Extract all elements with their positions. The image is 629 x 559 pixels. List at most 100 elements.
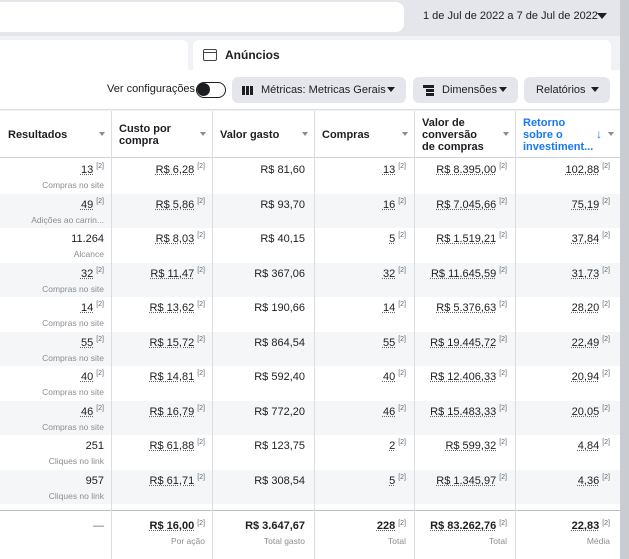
reports-button[interactable]: Relatórios [524, 77, 610, 103]
ver-config-label: Ver configurações [107, 83, 196, 95]
breakdown-icon [423, 85, 434, 96]
cell-value: 75,19 [2] [572, 197, 610, 211]
cell-value-text: 102,88 [565, 164, 600, 176]
table-row[interactable]: 32 [2] Compras no site R$ 11,47 [2] R$ 367,06… [0, 262, 620, 298]
cell-value: R$ 81,60 [260, 164, 305, 176]
cell-value-text: R$ 12.406,33 [430, 371, 497, 383]
total-value-text: R$ 16,00 [149, 520, 195, 532]
search-field[interactable] [0, 2, 404, 32]
cell-value-text: 957 [85, 474, 104, 487]
cell-value: R$ 11,47 [2] [150, 267, 205, 280]
info-icon: [2] [398, 520, 406, 527]
cell-value: R$ 599,32 [2] [445, 439, 507, 452]
tab-anuncios[interactable]: Anúncios [193, 40, 611, 70]
column-header-gasto[interactable]: Valor gasto [212, 111, 314, 158]
total-caption: Total [388, 536, 406, 546]
total-value: 228 [2] [377, 520, 406, 532]
info-icon: [2] [197, 439, 205, 446]
chevron-down-icon [402, 132, 408, 136]
tab-previous-level[interactable] [0, 40, 188, 70]
level-tabs: Anúncios [0, 40, 611, 70]
table-row[interactable]: 40 [2] Compras no site R$ 14,81 [2] R$ 592,40… [0, 366, 620, 401]
chevron-down-icon [499, 87, 507, 92]
info-icon: [2] [398, 473, 406, 481]
cell-value: 37,84 [2] [572, 232, 610, 245]
table-cell-resultados: 46 [2] Compras no site [0, 401, 104, 436]
cell-value: R$ 13,62 [2] [150, 301, 205, 314]
info-icon: [2] [96, 404, 104, 412]
column-divider [111, 111, 112, 559]
cell-value-text: R$ 6,28 [155, 164, 195, 176]
table-row[interactable]: 55 [2] Compras no site R$ 15,72 [2] R$ 864,54… [0, 331, 620, 367]
table-cell-custo: R$ 6,28 [2] [111, 159, 205, 194]
total-value-text: 22,83 [571, 520, 600, 532]
dimensions-button[interactable]: Dimensões [413, 77, 518, 103]
result-type-label: Compras no site [42, 352, 104, 363]
column-header-resultados[interactable]: Resultados [0, 111, 111, 158]
table-row[interactable]: 11.264 Alcance R$ 8,03 [2] R$ 40,15 5 [2] R$ 1.… [0, 228, 620, 263]
ver-config-toggle[interactable] [196, 82, 226, 98]
result-type-label: Compras no site [42, 180, 104, 190]
cell-value: 20,05 [2] [572, 405, 610, 418]
info-icon: [2] [499, 439, 507, 446]
info-icon: [2] [602, 197, 610, 205]
table-cell-custo: R$ 11,47 [2] [111, 263, 205, 298]
table-cell-gasto: R$ 367,06 [212, 263, 305, 298]
ad-icon [203, 49, 217, 61]
info-icon: [2] [197, 197, 205, 205]
cell-value: 46 [2] [81, 404, 104, 418]
table-cell-valor-conv: R$ 8.395,00 [2] [414, 159, 507, 194]
table-cell-gasto: R$ 190,66 [212, 297, 305, 332]
cell-value: R$ 7.045,66 [2] [436, 198, 507, 211]
info-icon: [2] [499, 473, 507, 481]
column-header-custo[interactable]: Custo por compra [111, 111, 212, 158]
date-range-label: 1 de Jul de 2022 a 7 de Jul de 2022 [423, 9, 598, 22]
cell-value: R$ 308,54 [254, 475, 305, 487]
column-header-retorno[interactable]: Retorno sobre o investiment... ↓ [515, 111, 620, 158]
total-cell-valor-conv: R$ 83.262,76 [2] Total [414, 511, 507, 559]
cell-value: R$ 93,70 [260, 199, 305, 211]
table-row[interactable]: 13 [2] Compras no site R$ 6,28 [2] R$ 81,60 13… [0, 159, 620, 194]
table-cell-valor-conv: R$ 12.406,33 [2] [414, 366, 507, 401]
total-value: R$ 3.647,67 [245, 520, 305, 532]
table-row[interactable]: 251 Cliques no link R$ 61,88 [2] R$ 123,75 2[… [0, 435, 620, 470]
date-range-picker[interactable]: 1 de Jul de 2022 a 7 de Jul de 2022 [411, 2, 617, 29]
cell-value: R$ 592,40 [254, 371, 305, 383]
cell-value: R$ 772,20 [254, 406, 305, 418]
table-cell-compras: 13 [2] [314, 159, 406, 194]
metrics-button[interactable]: Métricas: Metricas Gerais [232, 77, 406, 103]
table-cell-custo: R$ 61,71 [2] [111, 470, 205, 505]
cell-value-text: 40 [80, 371, 94, 383]
table-cell-compras: 32 [2] [314, 263, 406, 298]
table-cell-valor-conv: R$ 19.445,72 [2] [414, 332, 507, 367]
info-icon: [2] [398, 370, 406, 377]
cell-value: 40 [2] [80, 370, 104, 383]
table-cell-retorno: 4,84 [2] [515, 435, 610, 470]
table-row[interactable]: 957 Cliques no link R$ 61,71 [2] R$ 308,54 5[… [0, 469, 620, 505]
cell-value: 22,49 [2] [572, 336, 610, 349]
table-row[interactable]: 46 [2] Compras no site R$ 16,79 [2] R$ 772,20… [0, 400, 620, 436]
cell-value: 14 [2] [383, 301, 406, 314]
cell-value-text: R$ 308,54 [254, 474, 305, 487]
chevron-down-icon [597, 13, 607, 19]
cell-value-text: R$ 40,15 [260, 233, 305, 245]
total-caption: Média [586, 536, 610, 546]
table-cell-retorno: 37,84 [2] [515, 228, 610, 263]
total-value-text: — [93, 520, 104, 532]
scrollbar[interactable] [620, 0, 629, 559]
result-type-label: Compras no site [42, 283, 104, 294]
chevron-down-icon [591, 87, 599, 92]
cell-value: R$ 11.645,59 [2] [431, 267, 507, 280]
cell-value-text: 5 [389, 233, 396, 245]
total-caption: Por ação [170, 536, 205, 546]
info-icon: [2] [499, 232, 507, 239]
table-row[interactable]: 49 [2] Adições ao carrin... R$ 5,86 [2] R$ 93… [0, 193, 620, 228]
cell-value-text: R$ 61,88 [149, 440, 195, 452]
chevron-down-icon [302, 132, 308, 136]
result-type-label: Cliques no link [48, 456, 104, 466]
table-row[interactable]: 14 [2] Compras no site R$ 13,62 [2] R$ 190,66… [0, 297, 620, 332]
cell-value: 16 [2] [383, 198, 406, 211]
cell-value: R$ 15,72 [2] [150, 336, 205, 349]
column-header-compras[interactable]: Compras [314, 111, 414, 158]
column-header-valor-conv[interactable]: Valor de conversão de compras [414, 111, 515, 158]
